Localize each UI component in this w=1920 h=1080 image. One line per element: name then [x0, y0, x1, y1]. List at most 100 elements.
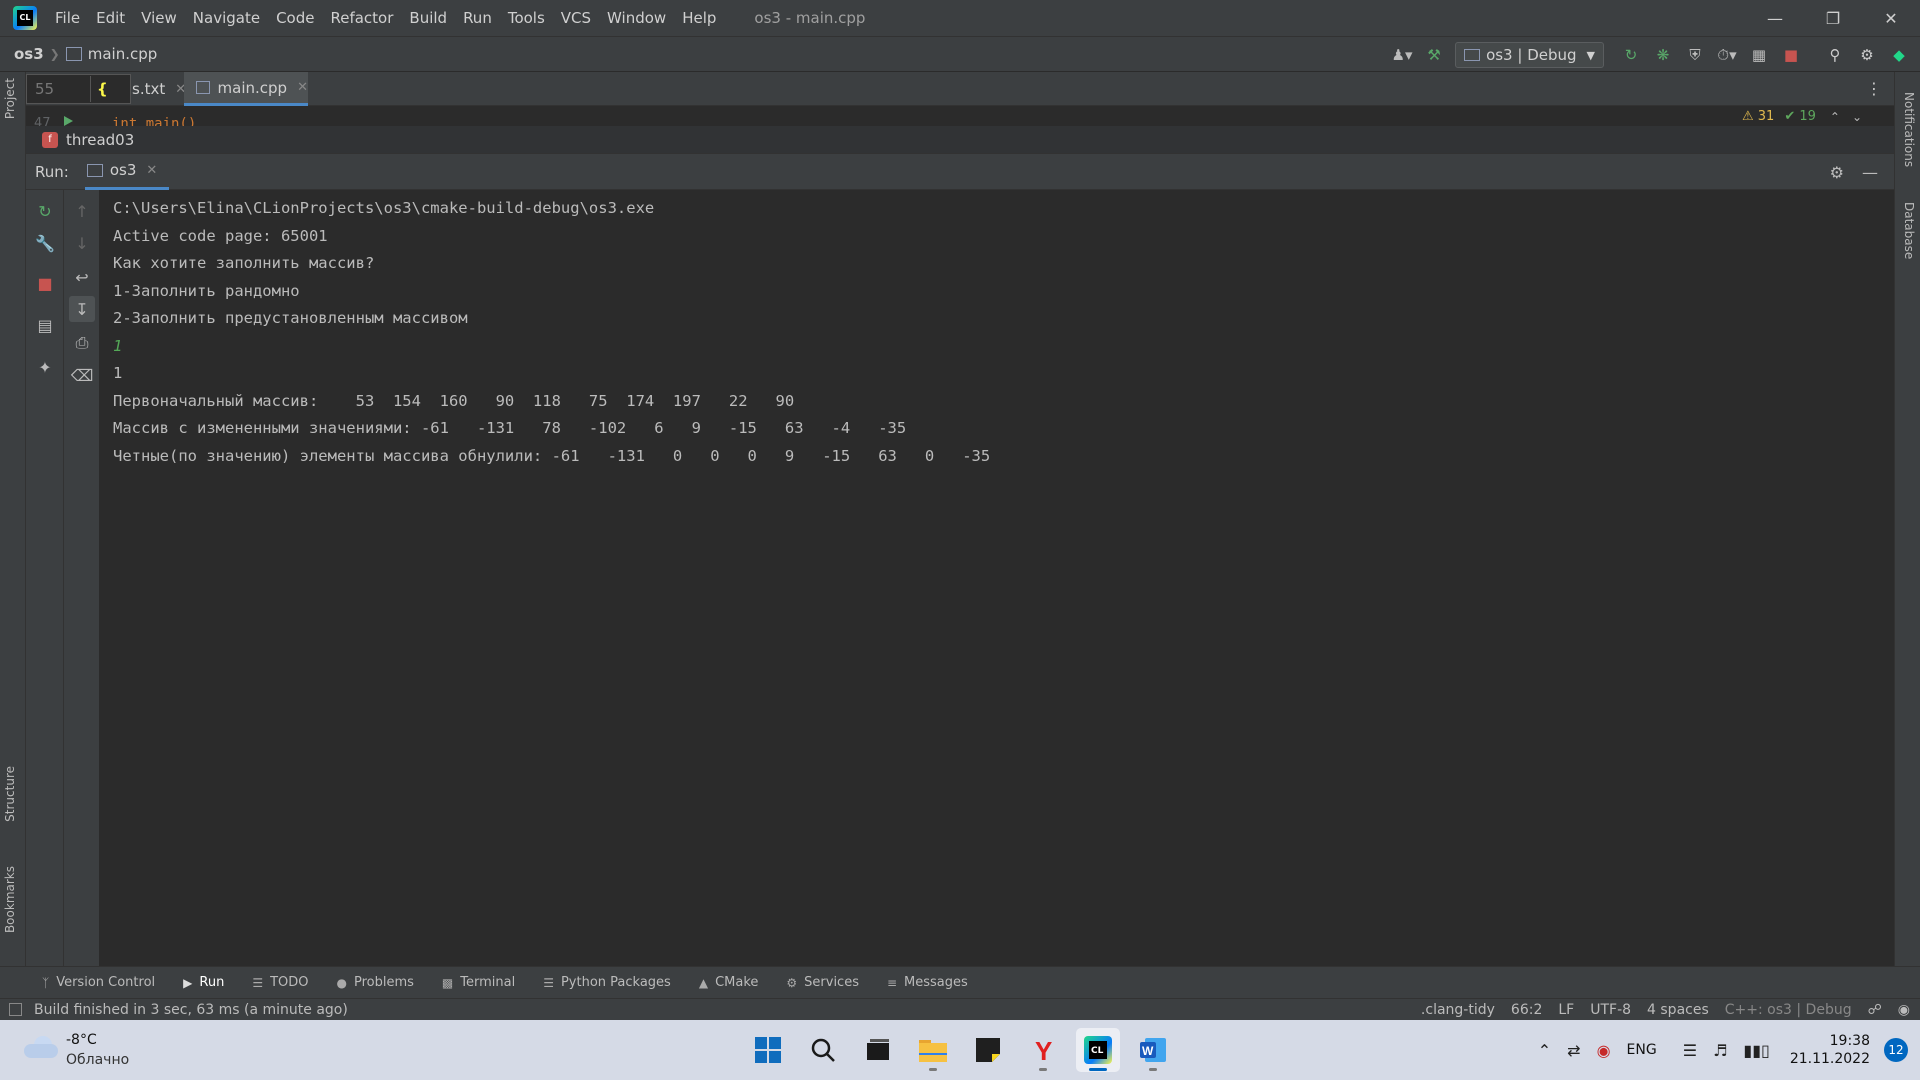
attach-icon[interactable]: ▦ — [1746, 42, 1772, 68]
clang-tidy-widget[interactable]: .clang-tidy — [1421, 1002, 1495, 1018]
minimize-icon[interactable]: — — [1746, 0, 1804, 36]
clion-logo-icon[interactable]: CL — [13, 6, 37, 30]
rerun-icon[interactable]: ↻ — [32, 198, 58, 224]
soft-wrap-icon[interactable]: ↩ — [69, 264, 95, 290]
layout-icon[interactable]: ▤ — [32, 312, 58, 338]
menu-file[interactable]: File — [55, 9, 80, 27]
caret-position[interactable]: 66:2 — [1511, 1002, 1542, 1018]
file-explorer-app[interactable] — [911, 1028, 955, 1072]
battery-icon[interactable]: ▮▮▯ — [1743, 1041, 1769, 1060]
arrow-up-icon[interactable]: ↑ — [69, 198, 95, 224]
memory-indicator-icon[interactable]: ◉ — [1898, 1002, 1910, 1018]
tab-main-cpp[interactable]: main.cpp ✕ — [184, 72, 308, 106]
scroll-to-end-icon[interactable]: ↧ — [69, 296, 95, 322]
project-tool-button[interactable]: Project — [3, 78, 17, 119]
run-console[interactable]: C:\Users\Elina\CLionProjects\os3\cmake-b… — [100, 190, 1894, 966]
close-icon[interactable]: ✕ — [1862, 0, 1920, 36]
tab-txt-file[interactable]: s.txt ✕ — [132, 72, 186, 106]
file-encoding[interactable]: UTF-8 — [1590, 1002, 1631, 1018]
minimize-icon[interactable]: — — [1862, 163, 1878, 182]
rerun-icon[interactable]: ↻ — [1618, 42, 1644, 68]
antivirus-alert-icon[interactable]: ◉ — [1597, 1041, 1611, 1060]
database-tool-button[interactable]: Database — [1902, 202, 1916, 259]
tab-run[interactable]: ▶ Run — [183, 967, 224, 999]
structure-tool-button[interactable]: Structure — [3, 766, 17, 822]
bookmarks-tool-button[interactable]: Bookmarks — [3, 866, 17, 933]
search-button[interactable] — [801, 1028, 845, 1072]
volume-icon[interactable]: ♬ — [1713, 1041, 1727, 1060]
run-tab-os3[interactable]: os3 ✕ — [84, 154, 170, 190]
editor-area[interactable]: 47 int main() ⚠ 31 ✔ 19 ⌃⌄ — [26, 106, 1894, 126]
gear-icon[interactable]: ⚙ — [1830, 163, 1844, 182]
sticky-notes-app[interactable] — [966, 1028, 1010, 1072]
run-configuration-select[interactable]: os3 | Debug ▼ — [1455, 42, 1604, 68]
chevron-up-icon[interactable]: ⌃ — [1538, 1041, 1551, 1060]
resolve-context[interactable]: C++: os3 | Debug — [1725, 1002, 1852, 1018]
breadcrumb-file[interactable]: main.cpp — [88, 45, 158, 63]
menu-tools[interactable]: Tools — [508, 9, 545, 27]
tab-terminal[interactable]: ▩ Terminal — [442, 967, 515, 999]
tool-windows-toggle-icon[interactable] — [9, 1003, 22, 1016]
menu-navigate[interactable]: Navigate — [193, 9, 260, 27]
indent-setting[interactable]: 4 spaces — [1647, 1002, 1709, 1018]
word-app[interactable]: W — [1131, 1028, 1175, 1072]
lock-icon[interactable]: ☍ — [1868, 1002, 1882, 1018]
build-hammer-icon[interactable]: ⚒ — [1421, 42, 1447, 68]
menu-edit[interactable]: Edit — [96, 9, 125, 27]
tab-problems[interactable]: ● Problems — [337, 967, 414, 999]
menu-vcs[interactable]: VCS — [561, 9, 591, 27]
user-icon[interactable]: ♟▾ — [1389, 42, 1415, 68]
goto-line-input[interactable] — [29, 76, 91, 102]
weather-description[interactable]: Облачно — [66, 1052, 129, 1068]
clock[interactable]: 19:38 21.11.2022 — [1790, 1033, 1870, 1067]
input-language[interactable]: ENG — [1627, 1042, 1657, 1058]
search-icon[interactable]: ⚲ — [1822, 42, 1848, 68]
cloud-icon[interactable] — [24, 1036, 58, 1058]
menu-window[interactable]: Window — [607, 9, 666, 27]
tab-services[interactable]: ⚙ Services — [786, 967, 859, 999]
status-message[interactable]: Build finished in 3 sec, 63 ms (a minute… — [34, 1002, 348, 1018]
network-transfer-icon[interactable]: ⇄ — [1567, 1041, 1580, 1060]
stop-icon[interactable]: ■ — [1778, 42, 1804, 68]
menu-run[interactable]: Run — [463, 9, 492, 27]
restore-icon[interactable]: ❐ — [1804, 0, 1862, 36]
coverage-icon[interactable]: ⛨ — [1682, 42, 1708, 68]
menu-help[interactable]: Help — [682, 9, 716, 27]
gear-icon[interactable]: ⚙ — [1854, 42, 1880, 68]
menu-view[interactable]: View — [141, 9, 177, 27]
print-icon[interactable]: ⎙ — [69, 330, 95, 356]
notifications-tool-button[interactable]: Notifications — [1902, 92, 1916, 167]
run-gutter-icon[interactable] — [64, 116, 73, 126]
arrow-down-icon[interactable]: ↓ — [69, 230, 95, 256]
pin-icon[interactable]: ✦ — [32, 354, 58, 380]
jetbrains-toolbox-icon[interactable]: ◆ — [1886, 42, 1912, 68]
wifi-icon[interactable]: ☰ — [1683, 1041, 1697, 1060]
menu-refactor[interactable]: Refactor — [330, 9, 393, 27]
menu-build[interactable]: Build — [409, 9, 447, 27]
more-vertical-icon[interactable]: ⋮ — [1866, 79, 1882, 98]
profile-icon[interactable]: ⏱▾ — [1714, 42, 1740, 68]
stop-icon[interactable]: ■ — [32, 270, 58, 296]
breadcrumb-function[interactable]: thread03 — [66, 131, 134, 149]
breadcrumb-project[interactable]: os3 — [14, 45, 44, 63]
tab-version-control[interactable]: ᛉ Version Control — [42, 967, 155, 999]
weather-temperature[interactable]: -8°C — [66, 1032, 97, 1048]
start-button[interactable] — [746, 1028, 790, 1072]
tab-messages[interactable]: ≡ Messages — [887, 967, 968, 999]
yandex-browser-app[interactable]: Y — [1021, 1028, 1065, 1072]
close-tab-icon[interactable]: ✕ — [146, 163, 157, 178]
task-view-button[interactable] — [856, 1028, 900, 1072]
tab-todo[interactable]: ☰ TODO — [252, 967, 308, 999]
tab-cmake[interactable]: ▲ CMake — [699, 967, 759, 999]
tab-python-packages[interactable]: ☰ Python Packages — [543, 967, 671, 999]
line-separator[interactable]: LF — [1558, 1002, 1574, 1018]
close-tab-icon[interactable]: ✕ — [297, 80, 308, 95]
notification-count-badge[interactable]: 12 — [1884, 1038, 1908, 1062]
inspection-widget[interactable]: ⚠ 31 ✔ 19 ⌃⌄ — [1742, 109, 1874, 124]
wrench-icon[interactable]: 🔧 — [32, 230, 58, 256]
debug-bug-icon[interactable]: ❋ — [1650, 42, 1676, 68]
trash-icon[interactable]: ⌫ — [69, 362, 95, 388]
clion-app[interactable]: CL — [1076, 1028, 1120, 1072]
chevron-up-down-icon[interactable]: ⌃⌄ — [1830, 110, 1874, 124]
menu-code[interactable]: Code — [276, 9, 314, 27]
